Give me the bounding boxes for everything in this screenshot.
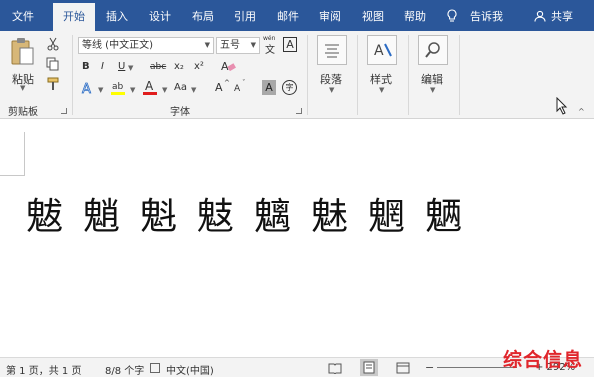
enclose-characters-button[interactable]: 字 [282, 80, 297, 95]
page-count[interactable]: 第 1 页，共 1 页 [6, 362, 81, 377]
chevron-down-icon[interactable]: ▼ [191, 86, 196, 94]
proofing-icon[interactable] [150, 363, 160, 373]
chevron-down-icon[interactable]: ▼ [162, 86, 167, 94]
svg-text:ab: ab [112, 82, 124, 92]
group-divider [408, 35, 409, 115]
font-name-value: 等线 (中文正文) [82, 40, 153, 51]
grow-caret-icon: ^ [224, 79, 230, 87]
tab-references[interactable]: 引用 [227, 0, 263, 31]
chevron-down-icon: ▼ [250, 41, 256, 49]
font-size-value: 五号 [220, 40, 240, 51]
text-effects-icon[interactable]: A [81, 81, 95, 95]
clear-formatting-icon[interactable]: A [220, 59, 236, 73]
tab-review[interactable]: 审阅 [312, 0, 348, 31]
shrink-font-button[interactable]: A [234, 83, 240, 95]
shrink-caret-icon: ˇ [242, 79, 246, 87]
font-group-label: 字体 [170, 107, 190, 118]
underline-button[interactable]: U [118, 61, 125, 73]
phonetic-guide-button[interactable]: wén 文 [263, 35, 281, 56]
paste-button[interactable]: 粘贴 ▼ [8, 37, 38, 92]
group-divider [72, 35, 73, 115]
copy-icon[interactable] [46, 57, 60, 71]
chevron-down-icon: ▼ [20, 84, 26, 92]
tab-insert[interactable]: 插入 [99, 0, 135, 31]
chevron-down-icon: ▼ [430, 86, 436, 94]
person-icon [534, 10, 546, 22]
strikethrough-button[interactable]: abc [150, 61, 166, 73]
group-divider [357, 35, 358, 115]
group-divider [459, 35, 460, 115]
share-button[interactable]: 共享 [551, 0, 573, 31]
chevron-down-icon[interactable]: ▼ [128, 64, 133, 72]
chevron-down-icon[interactable]: ▼ [130, 86, 135, 94]
tell-me-search[interactable]: 告诉我 [470, 0, 503, 31]
svg-text:A: A [145, 79, 154, 93]
highlight-icon[interactable]: ab [110, 79, 126, 97]
editing-label: 编辑 [421, 73, 443, 86]
font-size-select[interactable]: 五号 ▼ [216, 37, 260, 54]
tab-design[interactable]: 设计 [142, 0, 178, 31]
chevron-down-icon[interactable]: ▼ [98, 86, 103, 94]
tab-home[interactable]: 开始 [53, 3, 95, 31]
svg-text:A: A [82, 82, 91, 95]
tab-mailings[interactable]: 邮件 [270, 0, 306, 31]
clipboard-icon [10, 37, 36, 67]
svg-text:A: A [221, 60, 229, 73]
styles-icon: A [367, 35, 397, 65]
italic-button[interactable]: I [101, 61, 104, 73]
subscript-button[interactable]: x₂ [174, 61, 184, 73]
chevron-down-icon: ▼ [379, 86, 385, 94]
group-divider [307, 35, 308, 115]
watermark-logo: 综合信息 [503, 349, 584, 371]
tab-view[interactable]: 视图 [355, 0, 391, 31]
styles-button[interactable]: A 样式 ▼ [366, 35, 398, 95]
web-layout-icon[interactable] [396, 362, 410, 374]
collapse-ribbon-icon[interactable]: ^ [578, 107, 585, 116]
svg-text:A: A [374, 43, 384, 59]
paragraph-icon [317, 35, 347, 65]
character-border-button[interactable]: A [283, 37, 297, 52]
styles-label: 样式 [370, 73, 392, 86]
mouse-cursor-icon [556, 97, 568, 115]
wen-character-icon: 文 [265, 45, 275, 56]
lightbulb-icon[interactable] [446, 9, 458, 23]
document-text[interactable]: 魃魈魁鬾魑魅魍魉 [26, 186, 482, 240]
read-mode-icon[interactable] [328, 362, 342, 374]
chevron-down-icon: ▼ [329, 86, 335, 94]
editing-button[interactable]: 编辑 ▼ [417, 35, 449, 95]
font-name-select[interactable]: 等线 (中文正文) ▼ [78, 37, 214, 54]
change-case-button[interactable]: Aa [174, 82, 187, 94]
ribbon: 粘贴 ▼ 剪贴板 等线 (中文正文) ▼ 五号 ▼ wén 文 A B I U … [0, 31, 594, 119]
tab-layout[interactable]: 布局 [185, 0, 221, 31]
word-count[interactable]: 8/8 个字 [105, 362, 144, 377]
character-shading-button[interactable]: A [262, 80, 276, 95]
paragraph-button[interactable]: 段落 ▼ [316, 35, 348, 95]
cut-icon[interactable] [46, 37, 60, 51]
zoom-out-icon[interactable]: − [425, 361, 434, 374]
document-page[interactable]: 魃魈魁鬾魑魅魍魉 [0, 120, 594, 357]
bold-button[interactable]: B [82, 61, 90, 73]
paragraph-label: 段落 [320, 73, 342, 86]
tab-file[interactable]: 文件 [4, 0, 42, 31]
ribbon-tab-bar: 文件 开始 插入 设计 布局 引用 邮件 审阅 视图 帮助 告诉我 共享 [0, 0, 594, 31]
chevron-down-icon: ▼ [204, 41, 210, 49]
vertical-scrollbar[interactable] [580, 120, 594, 357]
clipboard-group-label: 剪贴板 [8, 107, 38, 118]
print-layout-icon[interactable] [360, 359, 378, 376]
font-launcher-icon[interactable] [296, 108, 302, 114]
superscript-button[interactable]: x² [194, 61, 204, 73]
tab-help[interactable]: 帮助 [397, 0, 433, 31]
font-color-icon[interactable]: A [142, 79, 158, 97]
page-corner-marker [0, 132, 25, 176]
clipboard-launcher-icon[interactable] [61, 108, 67, 114]
format-painter-icon[interactable] [46, 77, 60, 91]
language-indicator[interactable]: 中文(中国) [166, 362, 214, 377]
grow-font-button[interactable]: A [215, 82, 223, 94]
search-icon [418, 35, 448, 65]
